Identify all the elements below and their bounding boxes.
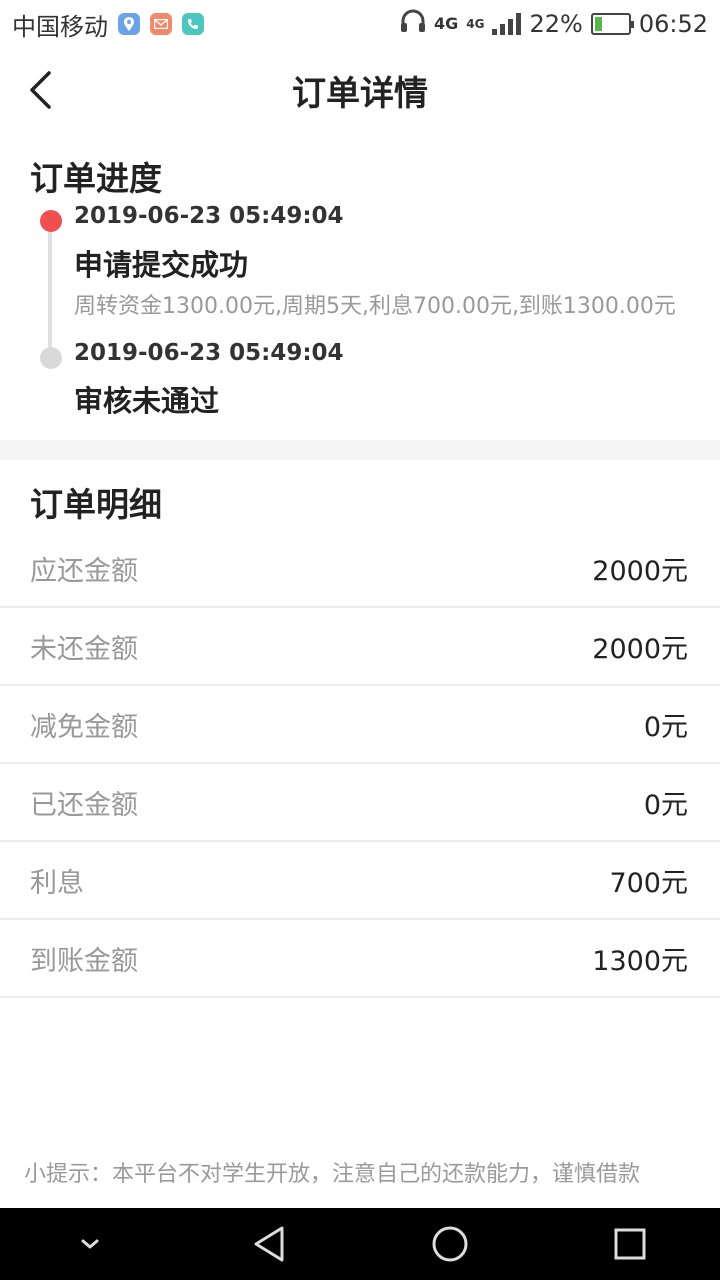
nav-header: 订单详情	[0, 48, 720, 132]
row-label: 未还金额	[30, 633, 138, 665]
nav-down-button[interactable]	[60, 1214, 120, 1274]
details-list: 应还金额 2000元 未还金额 2000元 减免金额 0元 已还金额 0元 利息…	[0, 530, 720, 998]
row-label: 利息	[30, 867, 84, 899]
nav-home-button[interactable]	[420, 1214, 480, 1274]
nav-down-icon	[81, 1239, 99, 1249]
mail-icon	[150, 13, 172, 35]
row-value: 0元	[643, 711, 688, 743]
row-value: 2000元	[592, 633, 688, 665]
battery-icon	[590, 13, 634, 35]
order-detail-page: 中国移动 4G 4G 22% 06:52 订单详情 订单进度 2019-06-2…	[0, 0, 720, 1280]
row-value: 2000元	[592, 555, 688, 587]
nav-back-icon	[254, 1226, 284, 1262]
detail-row-waived-amount: 减免金额 0元	[0, 686, 720, 764]
detail-row-due-amount: 应还金额 2000元	[0, 530, 720, 608]
network-type-a: 4G	[434, 14, 459, 33]
row-label: 减免金额	[30, 711, 138, 743]
back-chevron-icon	[30, 71, 51, 109]
nav-recents-icon	[614, 1228, 646, 1260]
row-value: 700元	[609, 867, 688, 899]
carrier-label: 中国移动	[12, 12, 108, 41]
timeline-status: 审核未通过	[74, 384, 220, 418]
network-type-b: 4G	[466, 17, 485, 31]
progress-title: 订单进度	[30, 159, 162, 198]
timeline-desc: 周转资金1300.00元,周期5天,利息700.00元,到账1300.00元	[74, 294, 676, 319]
timeline-dot-active	[40, 210, 62, 232]
row-label: 到账金额	[30, 945, 138, 977]
location-icon	[118, 13, 140, 35]
timeline-time: 2019-06-23 05:49:04	[74, 203, 344, 229]
back-button[interactable]	[18, 68, 62, 112]
row-value: 1300元	[592, 945, 688, 977]
detail-row-repaid-amount: 已还金额 0元	[0, 764, 720, 842]
section-divider	[0, 440, 720, 460]
tip-text: 小提示：本平台不对学生开放，注意自己的还款能力，谨慎借款	[24, 1162, 641, 1187]
status-bar: 中国移动 4G 4G 22% 06:52	[0, 0, 720, 48]
battery-percent: 22%	[529, 10, 583, 38]
timeline-line	[48, 222, 52, 358]
timeline-status: 申请提交成功	[74, 248, 249, 282]
nav-recents-button[interactable]	[600, 1214, 660, 1274]
page-title: 订单详情	[292, 73, 428, 114]
system-nav-bar	[0, 1208, 720, 1280]
row-label: 应还金额	[30, 555, 138, 587]
details-title: 订单明细	[30, 485, 162, 524]
phone-icon	[182, 13, 204, 35]
nav-home-icon	[432, 1226, 468, 1262]
clock: 06:52	[638, 10, 708, 38]
nav-back-button[interactable]	[240, 1214, 300, 1274]
detail-row-received-amount: 到账金额 1300元	[0, 920, 720, 998]
detail-row-interest: 利息 700元	[0, 842, 720, 920]
signal-icon	[492, 13, 522, 35]
headphones-icon	[400, 9, 426, 39]
timeline-dot-inactive	[40, 347, 62, 369]
row-label: 已还金额	[30, 789, 138, 821]
detail-row-unpaid-amount: 未还金额 2000元	[0, 608, 720, 686]
timeline-time: 2019-06-23 05:49:04	[74, 340, 344, 366]
row-value: 0元	[643, 789, 688, 821]
